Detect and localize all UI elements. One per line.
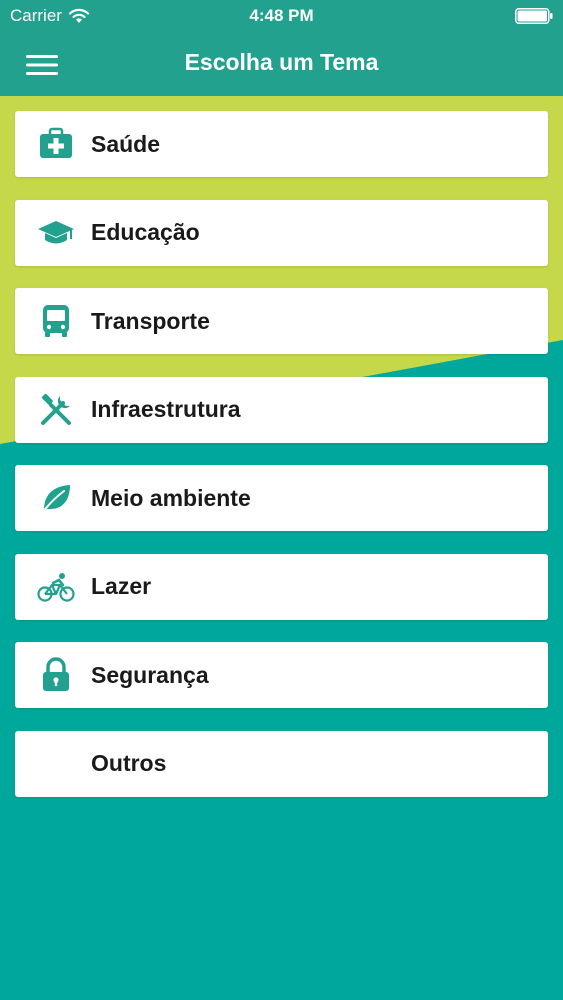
page-title: Escolha um Tema bbox=[184, 49, 379, 75]
battery-icon bbox=[515, 8, 553, 24]
topic-item-infraestrutura[interactable]: Infraestrutura bbox=[15, 376, 548, 443]
topic-label: Infraestrutura bbox=[91, 396, 241, 422]
topic-label: Segurança bbox=[91, 661, 209, 688]
tools-icon bbox=[41, 393, 71, 425]
topic-label: Lazer bbox=[91, 573, 152, 599]
topic-item-meio-ambiente[interactable]: Meio ambiente bbox=[15, 465, 548, 531]
topic-item-transporte[interactable]: Transporte bbox=[15, 288, 548, 354]
topic-label: Meio ambiente bbox=[91, 484, 251, 511]
topic-item-seguranca[interactable]: Segurança bbox=[15, 642, 548, 708]
topic-label: Saúde bbox=[91, 130, 161, 157]
first-aid-kit-icon bbox=[40, 127, 72, 158]
graduation-cap-icon bbox=[38, 220, 74, 243]
topic-label: Educação bbox=[91, 219, 200, 245]
lock-icon bbox=[43, 657, 69, 691]
empty-icon-slot bbox=[36, 744, 76, 784]
status-time: 4:48 PM bbox=[249, 6, 314, 25]
topic-item-saude[interactable]: Saúde bbox=[15, 111, 548, 177]
navigation-bar: Escolha um Tema bbox=[0, 34, 563, 96]
topic-item-lazer[interactable]: Lazer bbox=[15, 553, 548, 620]
topic-item-outros[interactable]: Outros bbox=[15, 730, 548, 797]
bus-icon bbox=[43, 305, 69, 337]
topic-label: Transporte bbox=[91, 307, 210, 334]
topic-item-educacao[interactable]: Educação bbox=[15, 199, 548, 266]
bicycle-icon bbox=[37, 572, 75, 602]
topic-label: Outros bbox=[91, 750, 167, 776]
status-bar: Carrier 4:48 PM bbox=[0, 0, 563, 34]
leaf-icon bbox=[41, 485, 70, 514]
topic-list: Saúde Educação Transporte Infraestrutura bbox=[15, 111, 548, 819]
